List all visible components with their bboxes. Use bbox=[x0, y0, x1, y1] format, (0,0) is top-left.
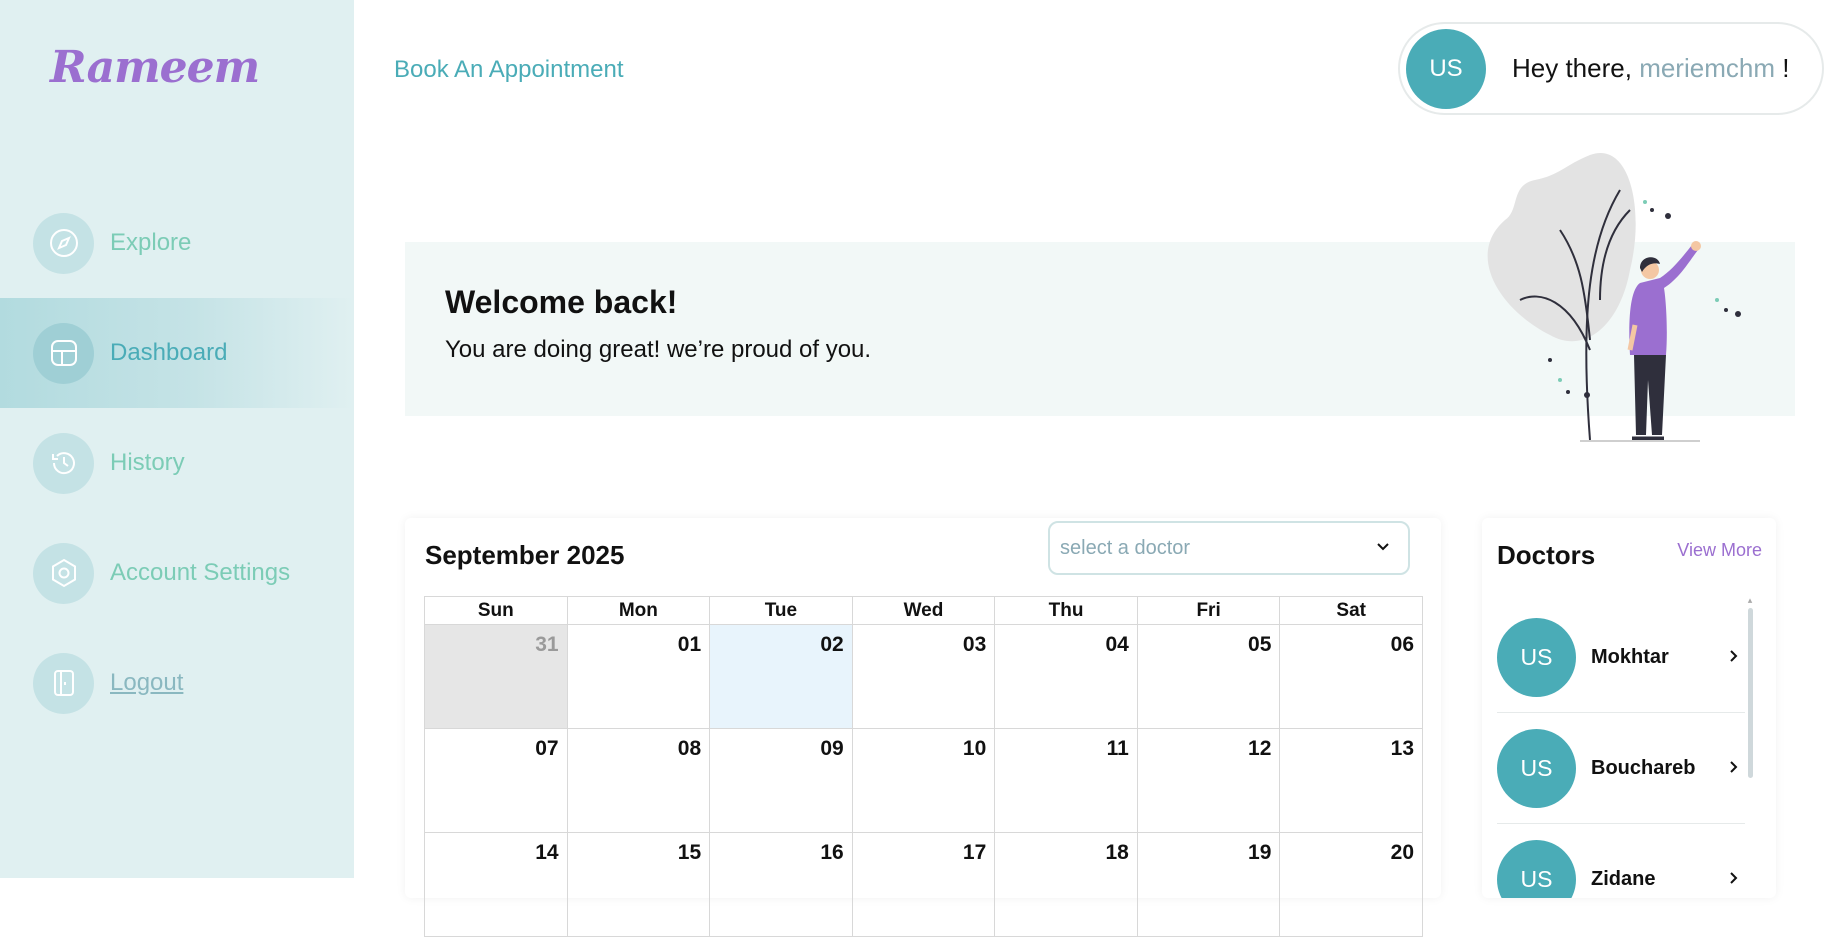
app-logo[interactable]: Rameem bbox=[50, 46, 260, 90]
doctor-name: Bouchareb bbox=[1591, 756, 1696, 779]
welcome-title: Welcome back! bbox=[445, 284, 678, 320]
sidebar-item-logout[interactable]: Logout bbox=[0, 628, 354, 738]
doctor-avatar: US bbox=[1497, 617, 1576, 697]
sidebar-item-label: Account Settings bbox=[110, 559, 291, 586]
logout-door-icon bbox=[33, 652, 94, 714]
dashboard-layout-icon bbox=[33, 322, 94, 384]
weekday-header: Wed bbox=[851, 596, 996, 625]
calendar-day-cell[interactable]: 20 bbox=[1279, 832, 1423, 937]
weekday-header: Sat bbox=[1279, 596, 1423, 625]
scrollbar-thumb[interactable] bbox=[1748, 608, 1753, 778]
doctors-card: Doctors View More US Mokhtar US Bouchare… bbox=[1482, 518, 1776, 898]
greeting-prefix: Hey there, bbox=[1512, 53, 1632, 83]
doctor-select[interactable]: select a doctor bbox=[1048, 521, 1410, 575]
greeting-text: Hey there, meriemchm ! bbox=[1512, 53, 1789, 84]
calendar-day-cell[interactable]: 09 bbox=[709, 728, 853, 833]
user-greeting[interactable]: US Hey there, meriemchm ! bbox=[1398, 22, 1824, 115]
doctor-avatar: US bbox=[1497, 839, 1576, 898]
calendar-grid: Sun Mon Tue Wed Thu Fri Sat 31 01 02 03 … bbox=[424, 596, 1423, 937]
weekday-header: Thu bbox=[994, 596, 1138, 625]
book-appointment-link[interactable]: Book An Appointment bbox=[394, 56, 624, 84]
calendar-day-cell[interactable]: 19 bbox=[1136, 832, 1281, 937]
history-icon bbox=[33, 432, 94, 494]
calendar-day-cell[interactable]: 08 bbox=[566, 728, 711, 833]
sidebar: Rameem Explore Dashboard History Account… bbox=[0, 0, 354, 878]
doctors-list: US Mokhtar US Bouchareb US Zidane bbox=[1497, 602, 1745, 898]
calendar-day-cell[interactable]: 12 bbox=[1136, 728, 1281, 833]
weekday-header: Fri bbox=[1136, 596, 1281, 625]
calendar-day-cell[interactable]: 14 bbox=[424, 832, 568, 937]
doctors-title: Doctors bbox=[1497, 540, 1596, 570]
weekday-header: Tue bbox=[709, 596, 853, 625]
avatar: US bbox=[1406, 28, 1486, 109]
sidebar-item-account-settings[interactable]: Account Settings bbox=[0, 518, 354, 628]
doctor-avatar: US bbox=[1497, 728, 1576, 808]
weekday-header-row: Sun Mon Tue Wed Thu Fri Sat bbox=[424, 596, 1423, 625]
greeting-username: meriemchm bbox=[1639, 53, 1775, 83]
weekday-header: Sun bbox=[424, 596, 568, 625]
chevron-right-icon bbox=[1729, 647, 1739, 668]
sidebar-item-label: Explore bbox=[110, 229, 192, 256]
view-more-link[interactable]: View More bbox=[1677, 540, 1762, 561]
calendar-day-cell[interactable]: 16 bbox=[709, 832, 853, 937]
calendar-day-cell[interactable]: 03 bbox=[851, 624, 996, 729]
chevron-down-icon bbox=[1376, 539, 1390, 557]
sidebar-item-label: History bbox=[110, 449, 185, 476]
doctor-select-placeholder: select a doctor bbox=[1060, 536, 1191, 559]
calendar-day-cell-today[interactable]: 02 bbox=[709, 624, 853, 729]
scroll-up-arrow-icon[interactable]: ▴ bbox=[1746, 596, 1754, 605]
calendar-card: September 2025 select a doctor Sun Mon T… bbox=[405, 518, 1441, 937]
weekday-header: Mon bbox=[566, 596, 711, 625]
calendar-day-cell[interactable]: 01 bbox=[566, 624, 711, 729]
doctor-list-item[interactable]: US Mokhtar bbox=[1497, 602, 1745, 713]
calendar-day-cell[interactable]: 15 bbox=[566, 832, 711, 937]
doctor-list-item[interactable]: US Bouchareb bbox=[1497, 713, 1745, 824]
calendar-day-cell[interactable]: 06 bbox=[1279, 624, 1423, 729]
calendar-day-cell[interactable]: 18 bbox=[994, 832, 1138, 937]
calendar-day-cell[interactable]: 17 bbox=[851, 832, 996, 937]
calendar-day-cell[interactable]: 13 bbox=[1279, 728, 1423, 833]
calendar-day-cell[interactable]: 11 bbox=[994, 728, 1138, 833]
doctor-name: Zidane bbox=[1591, 867, 1656, 890]
calendar-week-row: 31 01 02 03 04 05 06 bbox=[424, 624, 1423, 729]
doctors-scrollbar[interactable]: ▴ bbox=[1746, 596, 1754, 786]
calendar-day-cell[interactable]: 05 bbox=[1136, 624, 1281, 729]
settings-icon bbox=[33, 542, 94, 604]
calendar-day-cell[interactable]: 07 bbox=[424, 728, 568, 833]
person-plant-illustration bbox=[1487, 152, 1741, 442]
sidebar-item-explore[interactable]: Explore bbox=[0, 188, 354, 298]
doctor-name: Mokhtar bbox=[1591, 645, 1669, 668]
welcome-subtitle: You are doing great! we’re proud of you. bbox=[445, 336, 872, 363]
sidebar-item-history[interactable]: History bbox=[0, 408, 354, 518]
calendar-day-cell[interactable]: 31 bbox=[424, 624, 568, 729]
calendar-day-cell[interactable]: 04 bbox=[994, 624, 1138, 729]
sidebar-item-label: Logout bbox=[110, 669, 184, 696]
chevron-right-icon bbox=[1729, 869, 1739, 890]
compass-icon bbox=[33, 212, 94, 274]
chevron-right-icon bbox=[1729, 758, 1739, 779]
sidebar-item-dashboard[interactable]: Dashboard bbox=[0, 298, 354, 408]
calendar-week-row: 14 15 16 17 18 19 20 bbox=[424, 832, 1423, 937]
calendar-week-row: 07 08 09 10 11 12 13 bbox=[424, 728, 1423, 833]
greeting-suffix: ! bbox=[1782, 53, 1790, 83]
doctor-list-item[interactable]: US Zidane bbox=[1497, 824, 1745, 898]
sidebar-item-label: Dashboard bbox=[110, 339, 228, 366]
calendar-day-cell[interactable]: 10 bbox=[851, 728, 996, 833]
calendar-month-title: September 2025 bbox=[425, 540, 625, 570]
